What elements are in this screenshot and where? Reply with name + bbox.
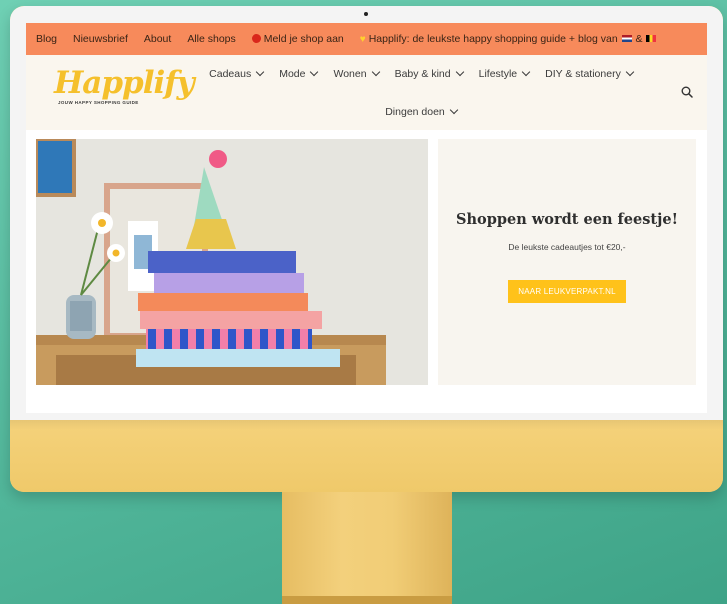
nav-item-lifestyle[interactable]: Lifestyle (478, 65, 531, 83)
red-dot-icon (251, 34, 261, 43)
nav-item-dingen-doen[interactable]: Dingen doen (385, 103, 459, 121)
monitor: Blog Nieuwsbrief About Alle shops Meld j… (10, 6, 723, 492)
tagline-amp: & (635, 33, 643, 45)
nav-item-wonen[interactable]: Wonen (333, 65, 380, 83)
chin-shadow (10, 420, 723, 430)
site-header: Happlify JOUW HAPPY SHOPPING GUIDE Cadea… (26, 55, 707, 130)
promo-panel: Shoppen wordt een feestje! De leukste ca… (438, 139, 696, 385)
nav-item-mode[interactable]: Mode (279, 65, 319, 83)
tagline-text: Happlify: de leukste happy shopping guid… (368, 33, 618, 45)
chevron-down-icon (455, 67, 464, 77)
netherlands-flag-icon (621, 35, 632, 42)
topbar-link-about[interactable]: About (144, 33, 171, 45)
topbar-link-nieuwsbrief[interactable]: Nieuwsbrief (73, 33, 128, 45)
nav-label: Dingen doen (385, 106, 445, 118)
logo-wordmark: Happlify (54, 65, 195, 101)
nav-label: Cadeaus (209, 68, 252, 80)
monitor-stand (282, 492, 452, 604)
chevron-down-icon (625, 67, 635, 77)
nav-label: Wonen (333, 68, 367, 80)
nav-item-baby-kind[interactable]: Baby & kind (394, 65, 464, 83)
logo[interactable]: Happlify JOUW HAPPY SHOPPING GUIDE (54, 65, 195, 105)
main-content: Shoppen wordt een feestje! De leukste ca… (26, 130, 707, 413)
nav-label: Mode (279, 68, 306, 80)
search-icon[interactable] (681, 86, 693, 98)
promo-title: Shoppen wordt een feestje! (456, 211, 678, 228)
meld-shop-label: Meld je shop aan (263, 33, 344, 45)
camera-icon (364, 12, 368, 16)
monitor-bezel: Blog Nieuwsbrief About Alle shops Meld j… (10, 6, 723, 420)
topbar-link-alle-shops[interactable]: Alle shops (187, 33, 235, 45)
topbar-tagline: ♥ Happlify: de leukste happy shopping gui… (360, 33, 658, 45)
browser-screen: Blog Nieuwsbrief About Alle shops Meld j… (26, 23, 707, 413)
hero-image[interactable] (36, 139, 428, 385)
monitor-chin (10, 420, 723, 492)
leukverpakt-button[interactable]: NAAR LEUKVERPAKT.NL (508, 280, 626, 303)
chevron-down-icon (449, 105, 459, 115)
monitor-stand-base (282, 596, 452, 604)
nav-label: Lifestyle (478, 68, 518, 80)
yellow-heart-icon: ♥ (359, 34, 366, 45)
promo-subtitle: De leukste cadeautjes tot €20,- (508, 242, 626, 252)
topbar-link-blog[interactable]: Blog (36, 33, 57, 45)
chevron-down-icon (310, 67, 319, 77)
main-nav: Cadeaus Mode Wonen Baby & kind Lifestyle… (176, 65, 666, 121)
nav-item-diy-stationery[interactable]: DIY & stationery (545, 65, 635, 83)
chevron-down-icon (521, 67, 531, 77)
gift-stack-illustration (36, 139, 428, 385)
topbar-link-meld-shop[interactable]: Meld je shop aan (251, 33, 344, 45)
chevron-down-icon (371, 67, 380, 77)
nav-label: DIY & stationery (545, 68, 621, 80)
belgium-flag-icon (646, 35, 657, 42)
top-bar: Blog Nieuwsbrief About Alle shops Meld j… (26, 23, 707, 55)
nav-item-cadeaus[interactable]: Cadeaus (209, 65, 265, 83)
chevron-down-icon (255, 67, 265, 77)
nav-label: Baby & kind (394, 68, 451, 80)
